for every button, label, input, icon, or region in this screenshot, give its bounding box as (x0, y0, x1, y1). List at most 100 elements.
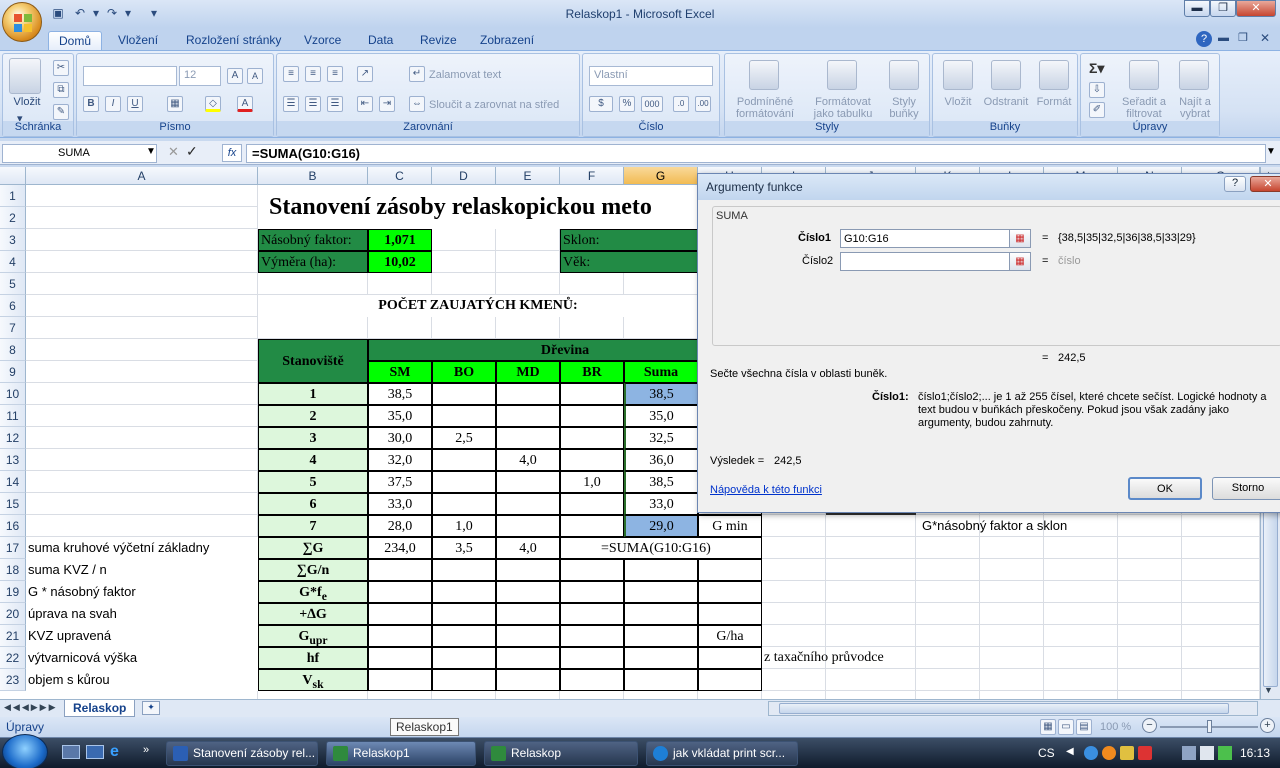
row-header[interactable]: 14 (0, 471, 26, 493)
tray-icon-3[interactable] (1120, 746, 1134, 760)
paste-label[interactable]: Vložit (7, 96, 47, 108)
autosum-icon[interactable]: Σ▾ (1089, 60, 1104, 77)
row-header[interactable]: 5 (0, 273, 26, 295)
grow-font-icon[interactable]: A (227, 68, 243, 84)
cislo2-collapse-button[interactable]: ▦ (1009, 252, 1031, 271)
tray-expand-icon[interactable]: ◀ (1066, 746, 1074, 757)
customize-qat-icon[interactable]: ▾ (146, 5, 162, 21)
label-a-20[interactable]: úprava na svah (26, 603, 258, 625)
suma-7[interactable]: 29,0 (624, 515, 698, 537)
format-cells-icon[interactable] (1039, 60, 1069, 90)
enter-icon[interactable]: ✓ (186, 143, 198, 160)
bo-2[interactable] (432, 405, 496, 427)
format-table-icon[interactable] (827, 60, 857, 90)
tray-icon-1[interactable] (1084, 746, 1098, 760)
office-button[interactable] (2, 2, 42, 42)
i22-note[interactable]: z taxačního průvodce (762, 647, 980, 669)
bo-3[interactable]: 2,5 (432, 427, 496, 449)
border-icon[interactable]: ▦ (167, 96, 183, 112)
sum-bo[interactable]: 3,5 (432, 537, 496, 559)
label-b-21[interactable]: Gupr (258, 625, 368, 647)
format-table-button[interactable]: Formátovat jako tabulku (805, 96, 881, 120)
new-sheet-icon[interactable]: ✦ (142, 701, 160, 715)
cell-5-18[interactable] (560, 559, 624, 581)
cancel-button[interactable]: Storno (1212, 477, 1280, 500)
tab-vzorce[interactable]: Vzorce (294, 31, 351, 50)
stanoviste-1[interactable]: 1 (258, 383, 368, 405)
merge-icon[interactable]: ⇔ (409, 96, 425, 112)
md-1[interactable] (496, 383, 560, 405)
taskbar-item-relaskop1[interactable]: Relaskop1 (326, 741, 476, 766)
nasobny-value[interactable]: 1,071 (368, 229, 432, 251)
ie-icon[interactable]: e (110, 743, 128, 761)
bo-6[interactable] (432, 493, 496, 515)
shrink-font-icon[interactable]: A (247, 68, 263, 84)
workbook-close-icon[interactable]: ✕ (1260, 31, 1270, 45)
delete-cells-icon[interactable] (991, 60, 1021, 90)
suma-2[interactable]: 35,0 (624, 405, 698, 427)
row-header[interactable]: 4 (0, 251, 26, 273)
label-a-17[interactable]: suma kruhové výčetní základny (26, 537, 258, 559)
zoom-level[interactable]: 100 % (1100, 721, 1131, 733)
row-header[interactable]: 2 (0, 207, 26, 229)
br-6[interactable] (560, 493, 624, 515)
h-scroll-thumb[interactable] (779, 703, 1229, 714)
label-b-17[interactable]: ∑G (258, 537, 368, 559)
stanoviste-4[interactable]: 4 (258, 449, 368, 471)
tab-data[interactable]: Data (358, 31, 403, 50)
close-button[interactable]: ✕ (1236, 0, 1276, 17)
species-header-4[interactable]: Suma (624, 361, 698, 383)
md-4[interactable]: 4,0 (496, 449, 560, 471)
md-6[interactable] (496, 493, 560, 515)
sm-7[interactable]: 28,0 (368, 515, 432, 537)
stanoviste-7[interactable]: 7 (258, 515, 368, 537)
delete-cells-button[interactable]: Odstranit (979, 96, 1033, 108)
row-header[interactable]: 17 (0, 537, 26, 559)
md-3[interactable] (496, 427, 560, 449)
save-icon[interactable]: ▣ (50, 5, 66, 21)
tray-icon-2[interactable] (1102, 746, 1116, 760)
wrap-text-icon[interactable]: ↵ (409, 66, 425, 82)
stanoviste-6[interactable]: 6 (258, 493, 368, 515)
taskbar-item-word[interactable]: Stanovení zásoby rel... (166, 741, 318, 766)
sm-4[interactable]: 32,0 (368, 449, 432, 471)
formula-input[interactable]: =SUMA(G10:G16) (246, 144, 1266, 163)
decrease-decimal-icon[interactable]: .00 (695, 96, 711, 112)
j16-note[interactable]: G*násobný faktor a sklon (916, 515, 1182, 537)
find-select-icon[interactable] (1179, 60, 1209, 90)
scroll-down-icon[interactable]: ▼ (1264, 685, 1273, 695)
increase-indent-icon[interactable]: ⇥ (379, 96, 395, 112)
suma-6[interactable]: 33,0 (624, 493, 698, 515)
br-3[interactable] (560, 427, 624, 449)
row-header[interactable]: 21 (0, 625, 26, 647)
sheet-title[interactable]: Stanovení zásoby relaskopickou meto (258, 185, 762, 229)
page-layout-icon[interactable]: ▭ (1058, 719, 1074, 735)
cell-7-19[interactable] (698, 581, 762, 603)
bo-1[interactable] (432, 383, 496, 405)
cell-7-20[interactable] (698, 603, 762, 625)
cell-2-21[interactable] (368, 625, 432, 647)
cell-4-21[interactable] (496, 625, 560, 647)
font-color-icon[interactable]: A (237, 96, 253, 112)
md-2[interactable] (496, 405, 560, 427)
col-header-g[interactable]: G (624, 167, 698, 185)
cancel-entry-icon[interactable]: ✕ (168, 144, 179, 160)
br-7[interactable] (560, 515, 624, 537)
col-header-f[interactable]: F (560, 167, 624, 185)
cell-7-23[interactable] (698, 669, 762, 691)
horizontal-scrollbar[interactable] (768, 701, 1258, 716)
br-1[interactable] (560, 383, 624, 405)
col-header-a[interactable]: A (26, 167, 258, 185)
cell-2-23[interactable] (368, 669, 432, 691)
find-select-button[interactable]: Najít a vybrat (1173, 96, 1217, 120)
cell-6-21[interactable] (624, 625, 698, 647)
md-5[interactable] (496, 471, 560, 493)
sum-formula[interactable]: =SUMA(G10:G16) (560, 537, 762, 559)
tab-revize[interactable]: Revize (410, 31, 467, 50)
network-icon[interactable] (1182, 746, 1196, 760)
language-indicator[interactable]: CS (1038, 746, 1055, 760)
cell-4-23[interactable] (496, 669, 560, 691)
tab-domu[interactable]: Domů (48, 31, 103, 50)
tab-zobrazeni[interactable]: Zobrazení (470, 31, 544, 50)
cell-6-23[interactable] (624, 669, 698, 691)
